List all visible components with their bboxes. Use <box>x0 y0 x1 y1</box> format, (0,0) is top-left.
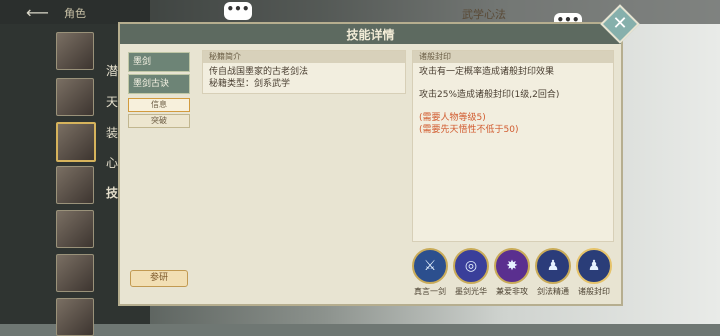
skill-item[interactable]: ✸ 兼爱非攻 <box>494 248 530 297</box>
skill-name: 真言一剑 <box>414 287 446 296</box>
character-portrait[interactable] <box>56 32 94 70</box>
skill-item[interactable]: ◎ 墨剑光华 <box>453 248 489 297</box>
side-label: 天 <box>106 95 119 109</box>
skill-item[interactable]: ♟ 剑法精通 <box>535 248 571 297</box>
tab-mojian-guju[interactable]: 墨剑古诀 <box>128 74 190 94</box>
character-portrait-selected[interactable] <box>56 122 96 162</box>
figure-icon: ♟ <box>535 248 571 284</box>
subtab-breakthrough[interactable]: 突破 <box>128 114 190 128</box>
skill-name: 兼爱非攻 <box>496 287 528 296</box>
requirement-line: (需要先天悟性不低于50) <box>419 125 519 135</box>
intro-line: 秘籍类型：剑系武学 <box>209 79 291 89</box>
star-burst-icon: ✸ <box>494 248 530 284</box>
skill-detail-modal: 技能详情 墨剑 墨剑古诀 信息 突破 参研 秘籍简介 传自战国墨家的古老剑法 秘… <box>118 22 623 306</box>
panel-title: 武学心法 <box>462 8 506 21</box>
intro-line: 传自战国墨家的古老剑法 <box>209 67 309 77</box>
skill-item[interactable]: ⚔ 真言一剑 <box>412 248 448 297</box>
effect-line: 攻击25%造成诸般封印(1级,2回合) <box>419 90 560 100</box>
back-arrow-icon[interactable]: ⟵ <box>26 3 49 22</box>
page-title: 角色 <box>64 7 86 20</box>
modal-header: 技能详情 <box>120 24 621 44</box>
tab-mojian[interactable]: 墨剑 <box>128 52 190 72</box>
modal-title: 技能详情 <box>346 28 395 42</box>
chat-bubble[interactable]: ••• <box>224 2 252 20</box>
character-portrait[interactable] <box>56 210 94 248</box>
skill-name: 墨剑光华 <box>455 287 487 296</box>
character-portrait[interactable] <box>56 254 94 292</box>
side-label: 技 <box>106 186 119 200</box>
skill-name: 诸般封印 <box>578 287 610 296</box>
character-portrait[interactable] <box>56 298 94 336</box>
swirl-blade-icon: ◎ <box>453 248 489 284</box>
side-label: 心 <box>106 156 119 170</box>
research-button[interactable]: 参研 <box>130 270 188 287</box>
effect-line: 攻击有一定概率造成诸般封印效果 <box>419 67 555 77</box>
sword-slash-icon: ⚔ <box>412 248 448 284</box>
side-label: 装 <box>106 126 119 140</box>
intro-pane: 秘籍简介 传自战国墨家的古老剑法 秘籍类型：剑系武学 <box>202 50 406 94</box>
close-icon: ✕ <box>612 13 628 34</box>
side-label: 潜 <box>106 64 119 78</box>
intro-header: 秘籍简介 <box>203 51 405 63</box>
skill-list: ⚔ 真言一剑 ◎ 墨剑光华 ✸ 兼爱非攻 ♟ 剑法精通 ♟ 诸般封印 <box>412 248 614 300</box>
character-portrait[interactable] <box>56 78 94 116</box>
character-portrait[interactable] <box>56 166 94 204</box>
requirement-line: (需要人物等级5) <box>419 113 486 123</box>
figure-icon: ♟ <box>576 248 612 284</box>
subtab-info[interactable]: 信息 <box>128 98 190 112</box>
effect-pane: 诸般封印 攻击有一定概率造成诸般封印效果 攻击25%造成诸般封印(1级,2回合)… <box>412 50 614 242</box>
skill-item[interactable]: ♟ 诸般封印 <box>576 248 612 297</box>
effect-header: 诸般封印 <box>413 51 613 63</box>
skill-name: 剑法精通 <box>537 287 569 296</box>
